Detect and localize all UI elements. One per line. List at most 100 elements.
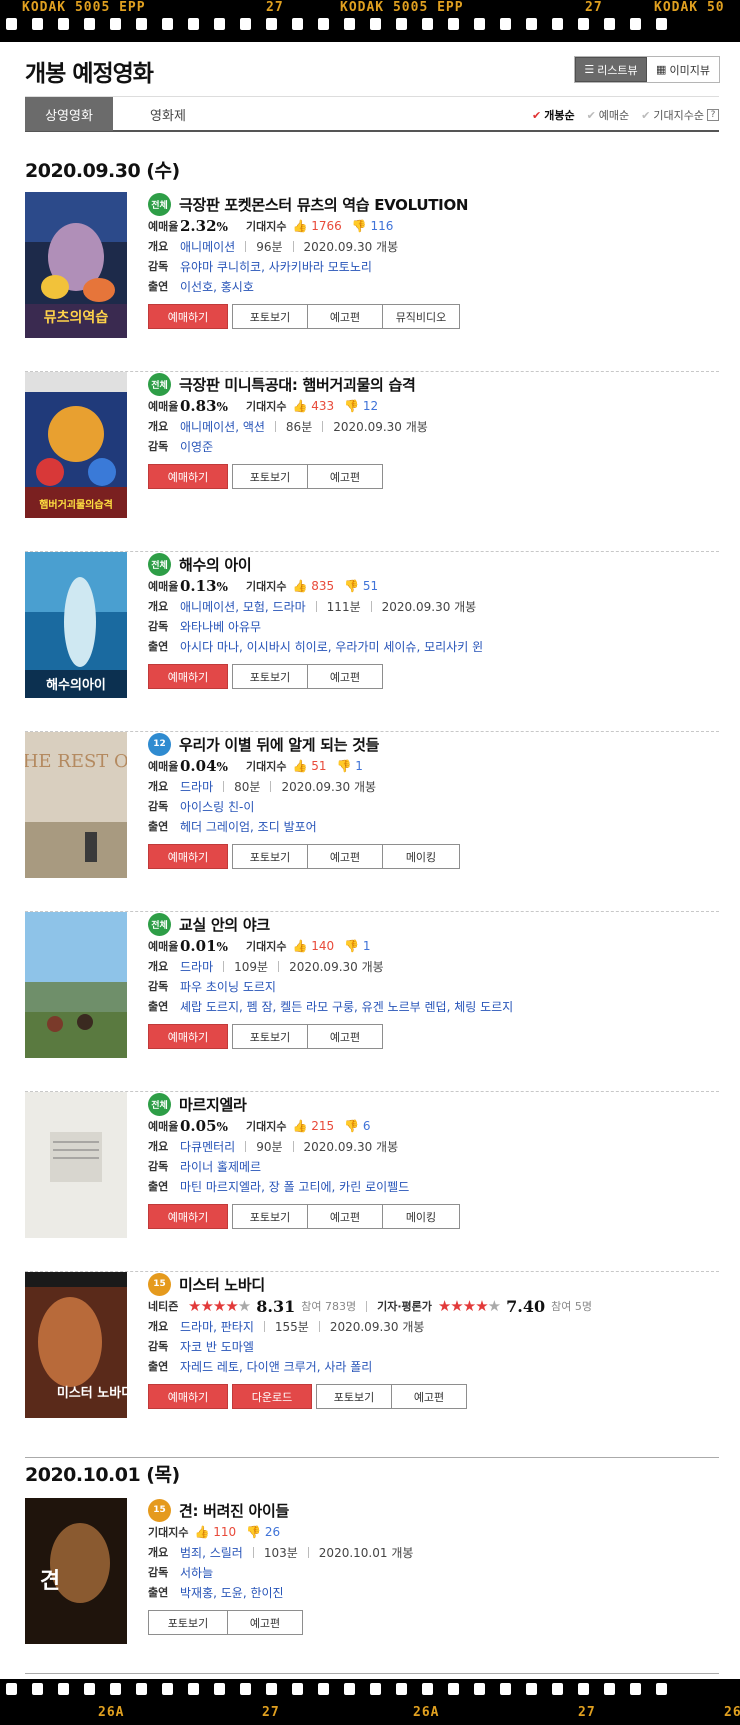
thumbs-down-count: 👎 6 — [344, 1119, 371, 1133]
cast-link[interactable]: 박재홍, 도윤, 한이진 — [180, 1584, 284, 1601]
book-button[interactable]: 예매하기 — [148, 1024, 228, 1049]
making-button[interactable]: 메이킹 — [382, 1204, 460, 1229]
photo-button[interactable]: 포토보기 — [232, 464, 308, 489]
movie-title[interactable]: 극장판 미니특공대: 햄버거괴물의 습격 — [179, 374, 416, 395]
cast-link[interactable]: 셰랍 도르지, 펨 잠, 켈든 라모 구룽, 유겐 노르부 렌덥, 체링 도르지 — [180, 998, 513, 1015]
movie-title[interactable]: 교실 안의 야크 — [179, 914, 270, 935]
sort-expect[interactable]: ✔ 기대지수순? — [641, 107, 719, 123]
movie-title[interactable]: 해수의 아이 — [179, 554, 252, 575]
cast-link[interactable]: 아시다 마나, 이시바시 히이로, 우라가미 세이슈, 모리사키 윈 — [180, 638, 483, 655]
poster-text: THE REST OF — [25, 751, 127, 772]
genre-link[interactable]: 범죄, 스릴러 — [180, 1544, 243, 1561]
movie-item: 전체 교실 안의 야크 예매율 0.01% 기대지수 👍 140 👎 1 개요 드라마 109… — [25, 912, 719, 1092]
director-link[interactable]: 이영준 — [180, 438, 213, 455]
director-link[interactable]: 서하늘 — [180, 1564, 213, 1581]
trailer-button[interactable]: 예고편 — [227, 1610, 303, 1635]
grid-icon: ▦ — [656, 63, 667, 76]
poster-text: 미스터 노바디 — [57, 1385, 127, 1401]
genre-link[interactable]: 다큐멘터리 — [180, 1138, 235, 1155]
photo-button[interactable]: 포토보기 — [232, 304, 308, 329]
genre-link[interactable]: 드라마, 판타지 — [180, 1318, 254, 1335]
movie-poster[interactable] — [25, 1092, 127, 1238]
check-icon: ✔ — [586, 108, 596, 122]
list-view-button[interactable]: ☰ 리스트뷰 — [575, 57, 647, 82]
genre-link[interactable]: 애니메이션 — [180, 238, 235, 255]
cast-link[interactable]: 헤더 그레이엄, 조디 발포어 — [180, 818, 317, 835]
booking-rate: 0.05% — [180, 1117, 228, 1135]
cast-link[interactable]: 마틴 마르지엘라, 장 폴 고티에, 카린 로이펠드 — [180, 1178, 409, 1195]
photo-button[interactable]: 포토보기 — [232, 844, 308, 869]
sort-open[interactable]: ✔ 개봉순 — [532, 107, 575, 123]
trailer-button[interactable]: 예고편 — [307, 1204, 383, 1229]
thumbs-up-count: 👍 140 — [292, 939, 335, 953]
book-button[interactable]: 예매하기 — [148, 304, 228, 329]
photo-button[interactable]: 포토보기 — [232, 1024, 308, 1049]
trailer-button[interactable]: 예고편 — [391, 1384, 467, 1409]
tab-festival[interactable]: 영화제 — [113, 97, 223, 131]
movie-title[interactable]: 미스터 노바디 — [179, 1274, 265, 1295]
photo-button[interactable]: 포토보기 — [316, 1384, 392, 1409]
film-holes — [6, 18, 740, 30]
movie-title[interactable]: 우리가 이별 뒤에 알게 되는 것들 — [179, 734, 379, 755]
film-holes — [6, 1683, 740, 1695]
movie-poster[interactable] — [25, 912, 127, 1058]
photo-button[interactable]: 포토보기 — [232, 664, 308, 689]
genre-link[interactable]: 애니메이션, 모험, 드라마 — [180, 598, 306, 615]
movie-poster[interactable]: 미스터 노바디 — [25, 1272, 127, 1418]
cast-link[interactable]: 이선호, 홍시호 — [180, 278, 254, 295]
movie-title[interactable]: 마르지엘라 — [179, 1094, 247, 1115]
director-link[interactable]: 유야마 쿠니히코, 사카키바라 모토노리 — [180, 258, 372, 275]
book-button[interactable]: 예매하기 — [148, 1384, 228, 1409]
book-button[interactable]: 예매하기 — [148, 1204, 228, 1229]
booking-rate: 0.13% — [180, 577, 228, 595]
music-video-button[interactable]: 뮤직비디오 — [382, 304, 460, 329]
movie-title[interactable]: 극장판 포켓몬스터 뮤츠의 역습 EVOLUTION — [179, 194, 468, 215]
movie-poster[interactable]: THE REST OF — [25, 732, 127, 878]
film-strip-bottom: 26A 27 26A 27 26 — [0, 1679, 740, 1725]
movie-poster[interactable]: 뮤츠의역습 — [25, 192, 127, 338]
making-button[interactable]: 메이킹 — [382, 844, 460, 869]
genre-link[interactable]: 드라마 — [180, 958, 213, 975]
check-icon: ✔ — [641, 108, 651, 122]
download-button[interactable]: 다운로드 — [232, 1384, 312, 1409]
director-link[interactable]: 파우 초이닝 도르지 — [180, 978, 276, 995]
image-view-button[interactable]: ▦ 이미지뷰 — [647, 57, 719, 82]
director-link[interactable]: 라이너 홀제메르 — [180, 1158, 261, 1175]
book-button[interactable]: 예매하기 — [148, 664, 228, 689]
movie-poster[interactable]: 견 — [25, 1498, 127, 1644]
director-link[interactable]: 아이스링 친-이 — [180, 798, 254, 815]
movie-item: 견 15 견: 버려진 아이들 기대지수 👍 110 👎 26 개요 범죄, 스릴러 10… — [25, 1498, 719, 1674]
director-link[interactable]: 와타나베 아유무 — [180, 618, 261, 635]
genre-link[interactable]: 드라마 — [180, 778, 213, 795]
rating-badge: 12 — [148, 732, 171, 756]
director-link[interactable]: 자코 반 도마엘 — [180, 1338, 254, 1355]
book-button[interactable]: 예매하기 — [148, 464, 228, 489]
film-strip-top: KODAK 5005 EPP 27 KODAK 5005 EPP 27 KODA… — [0, 0, 740, 42]
movie-title[interactable]: 견: 버려진 아이들 — [179, 1500, 289, 1521]
trailer-button[interactable]: 예고편 — [307, 844, 383, 869]
movie-poster[interactable]: 햄버거괴물의습격 — [25, 372, 127, 518]
photo-button[interactable]: 포토보기 — [232, 1204, 308, 1229]
rating-badge: 전체 — [148, 192, 171, 216]
trailer-button[interactable]: 예고편 — [307, 304, 383, 329]
trailer-button[interactable]: 예고편 — [307, 1024, 383, 1049]
movie-poster[interactable]: 해수의아이 — [25, 552, 127, 698]
thumbs-up-count: 👍 835 — [292, 579, 335, 593]
film-label: KODAK 5005 EPP — [340, 0, 464, 15]
film-label: 27 — [578, 1705, 596, 1720]
check-icon: ✔ — [531, 108, 542, 122]
cast-link[interactable]: 자레드 레토, 다이앤 크루거, 사라 폴리 — [180, 1358, 372, 1375]
booking-label: 예매율 — [148, 220, 179, 233]
trailer-button[interactable]: 예고편 — [307, 664, 383, 689]
book-button[interactable]: 예매하기 — [148, 844, 228, 869]
help-icon[interactable]: ? — [707, 109, 719, 121]
movie-item: 미스터 노바디 15 미스터 노바디 네티즌 ★★★★★ 8.31 참여 783명 기자·… — [25, 1272, 719, 1458]
photo-button[interactable]: 포토보기 — [148, 1610, 228, 1635]
trailer-button[interactable]: 예고편 — [307, 464, 383, 489]
genre-link[interactable]: 애니메이션, 액션 — [180, 418, 265, 435]
sort-options: ✔ 개봉순 ✔ 예매순 ✔ 기대지수순? — [532, 107, 719, 123]
film-label: 27 — [585, 0, 603, 15]
date-heading: 2020.10.01 (목) — [25, 1464, 180, 1486]
sort-booking[interactable]: ✔ 예매순 — [587, 107, 630, 123]
tab-now-showing[interactable]: 상영영화 — [25, 97, 113, 131]
